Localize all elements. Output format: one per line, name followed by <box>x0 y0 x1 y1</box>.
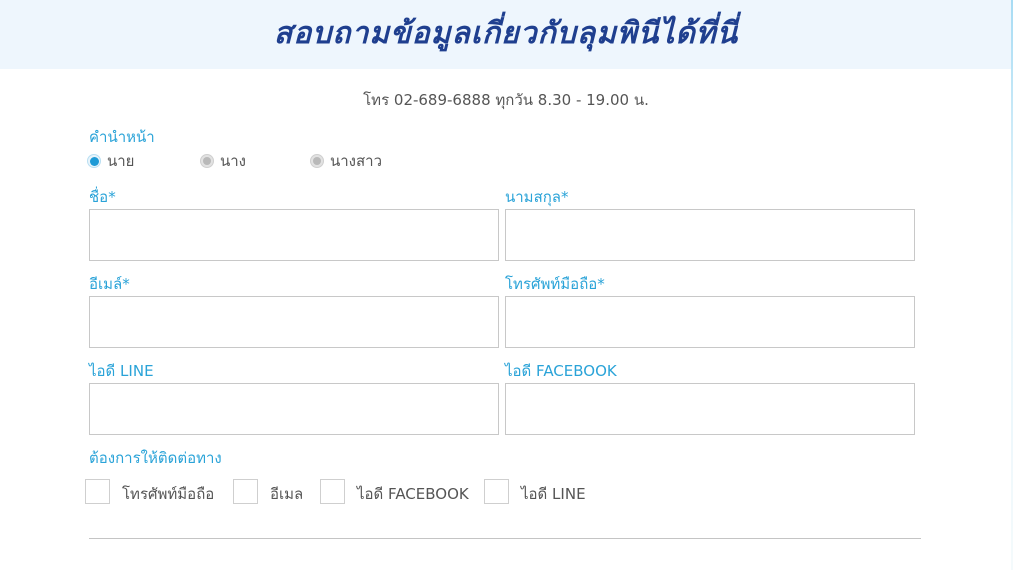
radio-checked-icon[interactable] <box>87 154 101 168</box>
title-prefix-label: คำนำหน้า <box>89 128 155 146</box>
facebook-id-label: ไอดี FACEBOOK <box>505 362 617 380</box>
radio-miss[interactable]: นางสาว <box>310 149 382 173</box>
mobile-input[interactable] <box>505 296 915 348</box>
section-divider <box>89 538 921 539</box>
header-banner: สอบถามข้อมูลเกี่ยวกับลุมพินีได้ที่นี่ <box>0 0 1012 69</box>
checkbox-line[interactable]: ไอดี LINE <box>484 476 586 506</box>
page-title: สอบถามข้อมูลเกี่ยวกับลุมพินีได้ที่นี่ <box>273 16 739 51</box>
last-name-input[interactable] <box>505 209 915 261</box>
checkbox-icon[interactable] <box>484 478 509 504</box>
contact-preference-checkboxes: โทรศัพท์มือถือ อีเมล ไอดี FACEBOOK ไอดี … <box>85 476 685 506</box>
checkbox-label: อีเมล <box>270 485 304 503</box>
checkbox-mobile[interactable]: โทรศัพท์มือถือ <box>85 476 214 506</box>
checkbox-email[interactable]: อีเมล <box>233 476 303 506</box>
radio-mrs[interactable]: นาง <box>200 149 246 173</box>
contact-preference-label: ต้องการให้ติดต่อทาง <box>89 449 222 467</box>
radio-unchecked-icon[interactable] <box>310 154 324 168</box>
line-id-label: ไอดี LINE <box>89 362 154 380</box>
email-label: อีเมล์* <box>89 275 130 293</box>
checkbox-icon[interactable] <box>233 478 258 504</box>
last-name-label: นามสกุล* <box>505 188 569 206</box>
checkbox-facebook[interactable]: ไอดี FACEBOOK <box>320 476 469 506</box>
radio-unchecked-icon[interactable] <box>200 154 214 168</box>
checkbox-label: ไอดี LINE <box>521 485 586 503</box>
radio-mr[interactable]: นาย <box>87 149 134 173</box>
first-name-input[interactable] <box>89 209 499 261</box>
first-name-label: ชื่อ* <box>89 188 116 206</box>
title-prefix-radio-group: นาย นาง นางสาว <box>87 149 487 171</box>
line-id-input[interactable] <box>89 383 499 435</box>
facebook-id-input[interactable] <box>505 383 915 435</box>
radio-label: นาย <box>107 152 135 170</box>
mobile-label: โทรศัพท์มือถือ* <box>505 275 605 293</box>
radio-label: นาง <box>220 152 247 170</box>
checkbox-icon[interactable] <box>85 478 110 504</box>
checkbox-label: ไอดี FACEBOOK <box>357 485 469 503</box>
checkbox-icon[interactable] <box>320 478 345 504</box>
radio-label: นางสาว <box>330 152 383 170</box>
contact-phone-info: โทร 02-689-6888 ทุกวัน 8.30 - 19.00 น. <box>363 91 649 109</box>
email-input[interactable] <box>89 296 499 348</box>
checkbox-label: โทรศัพท์มือถือ <box>122 485 215 503</box>
